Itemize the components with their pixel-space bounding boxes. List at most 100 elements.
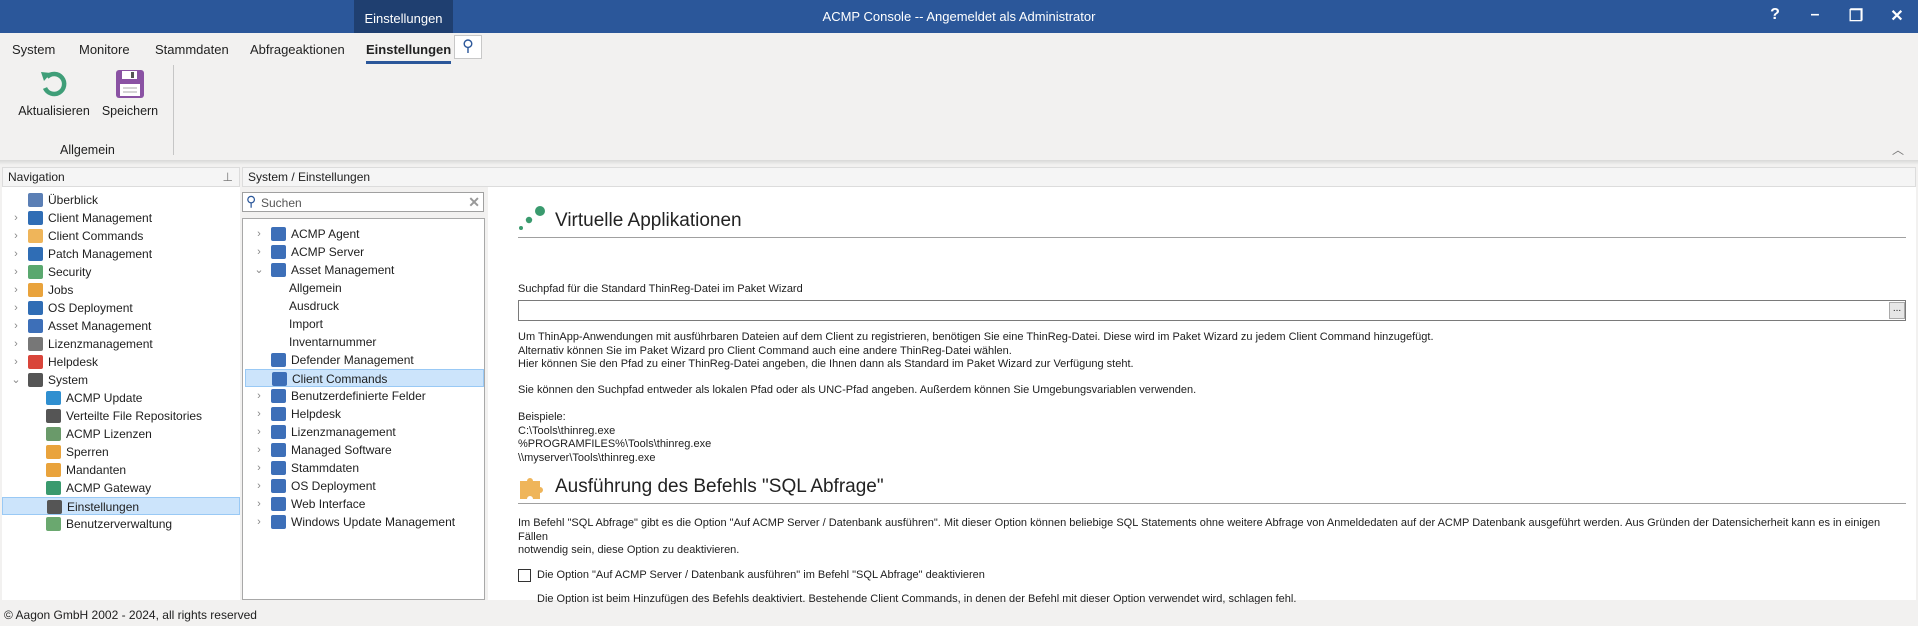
tenant-icon bbox=[46, 463, 61, 477]
tree-item-acmp-update[interactable]: ACMP Update bbox=[28, 389, 228, 407]
tab-abfrageaktionen[interactable]: Abfrageaktionen bbox=[250, 42, 345, 57]
tree-item-ausdruck[interactable]: Ausdruck bbox=[271, 297, 471, 315]
context-tab-einstellungen[interactable]: Einstellungen bbox=[354, 0, 453, 33]
save-label: Speichern bbox=[101, 104, 159, 118]
chevron-right-icon[interactable]: › bbox=[10, 317, 22, 335]
tree-item-managed-software[interactable]: › Managed Software bbox=[253, 441, 453, 459]
chevron-down-icon[interactable]: ⌄ bbox=[253, 261, 265, 279]
tree-item-helpdesk[interactable]: › Helpdesk bbox=[10, 353, 210, 371]
chevron-right-icon[interactable]: › bbox=[253, 243, 265, 261]
chevron-right-icon[interactable]: › bbox=[10, 263, 22, 281]
tree-item-web-interface[interactable]: › Web Interface bbox=[253, 495, 453, 513]
example-path: \\myserver\Tools\thinreg.exe bbox=[518, 451, 656, 464]
minimize-button[interactable]: – bbox=[1800, 6, 1830, 24]
tree-item-client-commands[interactable]: › Client Commands bbox=[10, 227, 210, 245]
chevron-right-icon[interactable]: › bbox=[10, 353, 22, 371]
chevron-right-icon[interactable]: › bbox=[10, 335, 22, 353]
tree-item-helpdesk[interactable]: › Helpdesk bbox=[253, 405, 453, 423]
item-icon bbox=[271, 227, 286, 241]
restore-button[interactable]: ❐ bbox=[1841, 6, 1871, 26]
tab-einstellungen[interactable]: Einstellungen bbox=[366, 42, 452, 64]
tab-system[interactable]: System bbox=[12, 42, 55, 57]
dots-icon bbox=[519, 206, 545, 230]
tree-item-asset-management[interactable]: ⌄ Asset Management bbox=[253, 261, 453, 279]
item-icon bbox=[271, 515, 286, 529]
tree-item-import[interactable]: Import bbox=[271, 315, 471, 333]
overview-icon bbox=[28, 193, 43, 207]
item-icon bbox=[271, 443, 286, 457]
tree-item-label: Import bbox=[289, 317, 324, 331]
item-icon bbox=[271, 479, 286, 493]
tree-item-stammdaten[interactable]: › Stammdaten bbox=[253, 459, 453, 477]
tree-item-os-deployment[interactable]: › OS Deployment bbox=[10, 299, 210, 317]
tab-stammdaten[interactable]: Stammdaten bbox=[155, 42, 229, 57]
browse-button[interactable]: ... bbox=[1889, 302, 1905, 319]
close-button[interactable]: ✕ bbox=[1882, 6, 1912, 26]
clear-search-icon[interactable]: ✕ bbox=[468, 194, 480, 211]
chevron-right-icon[interactable]: › bbox=[10, 209, 22, 227]
chevron-right-icon[interactable]: › bbox=[10, 245, 22, 263]
pin-icon[interactable]: ⊥ bbox=[223, 168, 233, 186]
item-icon bbox=[271, 389, 286, 403]
thinreg-path-input[interactable]: ... bbox=[518, 300, 1906, 321]
chevron-right-icon[interactable]: › bbox=[253, 405, 265, 423]
chevron-right-icon[interactable]: › bbox=[253, 495, 265, 513]
chevron-right-icon[interactable]: › bbox=[10, 227, 22, 245]
tree-item-einstellungen[interactable]: Einstellungen bbox=[2, 497, 240, 515]
sql-description: Im Befehl "SQL Abfrage" gibt es die Opti… bbox=[518, 517, 1881, 543]
chevron-right-icon[interactable]: › bbox=[253, 477, 265, 495]
refresh-button[interactable]: Aktualisieren bbox=[18, 68, 90, 118]
chevron-right-icon[interactable]: › bbox=[253, 441, 265, 459]
tree-item-allgemein[interactable]: Allgemein bbox=[271, 279, 471, 297]
tree-item-acmp-gateway[interactable]: ACMP Gateway bbox=[28, 479, 228, 497]
help-button[interactable]: ? bbox=[1760, 6, 1790, 24]
chevron-right-icon[interactable]: › bbox=[253, 387, 265, 405]
chevron-right-icon[interactable]: › bbox=[253, 225, 265, 243]
thinreg-field-label: Suchpfad für die Standard ThinReg-Datei … bbox=[518, 283, 803, 295]
tree-item-sperren[interactable]: Sperren bbox=[28, 443, 228, 461]
chevron-right-icon[interactable]: › bbox=[10, 281, 22, 299]
chevron-right-icon[interactable]: › bbox=[10, 299, 22, 317]
tree-item-verteilte-file-repositories[interactable]: Verteilte File Repositories bbox=[28, 407, 228, 425]
floppy-disk-icon bbox=[116, 70, 144, 98]
tag-icon bbox=[28, 355, 43, 369]
tree-item-inventarnummer[interactable]: Inventarnummer bbox=[271, 333, 471, 351]
tree-item-patch-management[interactable]: › Patch Management bbox=[10, 245, 210, 263]
disable-sql-server-checkbox[interactable] bbox=[518, 568, 531, 582]
collapse-ribbon-icon[interactable]: ︿ bbox=[1892, 141, 1904, 158]
search-icon: ⚲ bbox=[462, 38, 474, 55]
tree-item-jobs[interactable]: › Jobs bbox=[10, 281, 210, 299]
tree-item-defender-management[interactable]: Defender Management bbox=[253, 351, 453, 369]
chevron-right-icon[interactable]: › bbox=[253, 513, 265, 531]
chevron-right-icon[interactable]: › bbox=[253, 423, 265, 441]
tree-item-asset-management[interactable]: › Asset Management bbox=[10, 317, 210, 335]
chevron-right-icon[interactable]: › bbox=[253, 459, 265, 477]
tree-item-label: Jobs bbox=[48, 283, 74, 297]
tree-item-system[interactable]: ⌄ System bbox=[10, 371, 210, 389]
tree-item-benutzerverwaltung[interactable]: Benutzerverwaltung bbox=[28, 515, 228, 533]
tab-monitore[interactable]: Monitore bbox=[79, 42, 130, 57]
tree-item-label: Managed Software bbox=[291, 443, 392, 457]
disable-sql-server-option[interactable]: Die Option "Auf ACMP Server / Datenbank … bbox=[518, 568, 1906, 583]
tree-item-acmp-agent[interactable]: › ACMP Agent bbox=[253, 225, 453, 243]
monitor-icon bbox=[28, 211, 43, 225]
disable-sql-server-label[interactable]: Die Option "Auf ACMP Server / Datenbank … bbox=[537, 569, 985, 581]
tree-item-benutzerdefinierte-felder[interactable]: › Benutzerdefinierte Felder bbox=[253, 387, 453, 405]
tree-item-security[interactable]: › Security bbox=[10, 263, 210, 281]
tree-item-acmp-lizenzen[interactable]: ACMP Lizenzen bbox=[28, 425, 228, 443]
settings-search-input[interactable]: ⚲ Suchen ✕ bbox=[242, 192, 484, 212]
tree-item-acmp-server[interactable]: › ACMP Server bbox=[253, 243, 453, 261]
tree-item-windows-update-management[interactable]: › Windows Update Management bbox=[253, 513, 455, 531]
tree-item-mandanten[interactable]: Mandanten bbox=[28, 461, 228, 479]
tree-item-überblick[interactable]: Überblick bbox=[10, 191, 210, 209]
tree-item-label: Patch Management bbox=[48, 247, 153, 261]
tree-item-label: Client Management bbox=[48, 211, 153, 225]
save-button[interactable]: Speichern bbox=[101, 68, 159, 118]
tree-item-lizenzmanagement[interactable]: › Lizenzmanagement bbox=[253, 423, 453, 441]
tree-item-os-deployment[interactable]: › OS Deployment bbox=[253, 477, 453, 495]
ribbon-search-button[interactable]: ⚲ bbox=[454, 35, 482, 59]
tree-item-client-commands[interactable]: Client Commands bbox=[245, 369, 484, 387]
chevron-down-icon[interactable]: ⌄ bbox=[10, 371, 22, 389]
tree-item-lizenzmanagement[interactable]: › Lizenzmanagement bbox=[10, 335, 210, 353]
tree-item-client-management[interactable]: › Client Management bbox=[10, 209, 210, 227]
